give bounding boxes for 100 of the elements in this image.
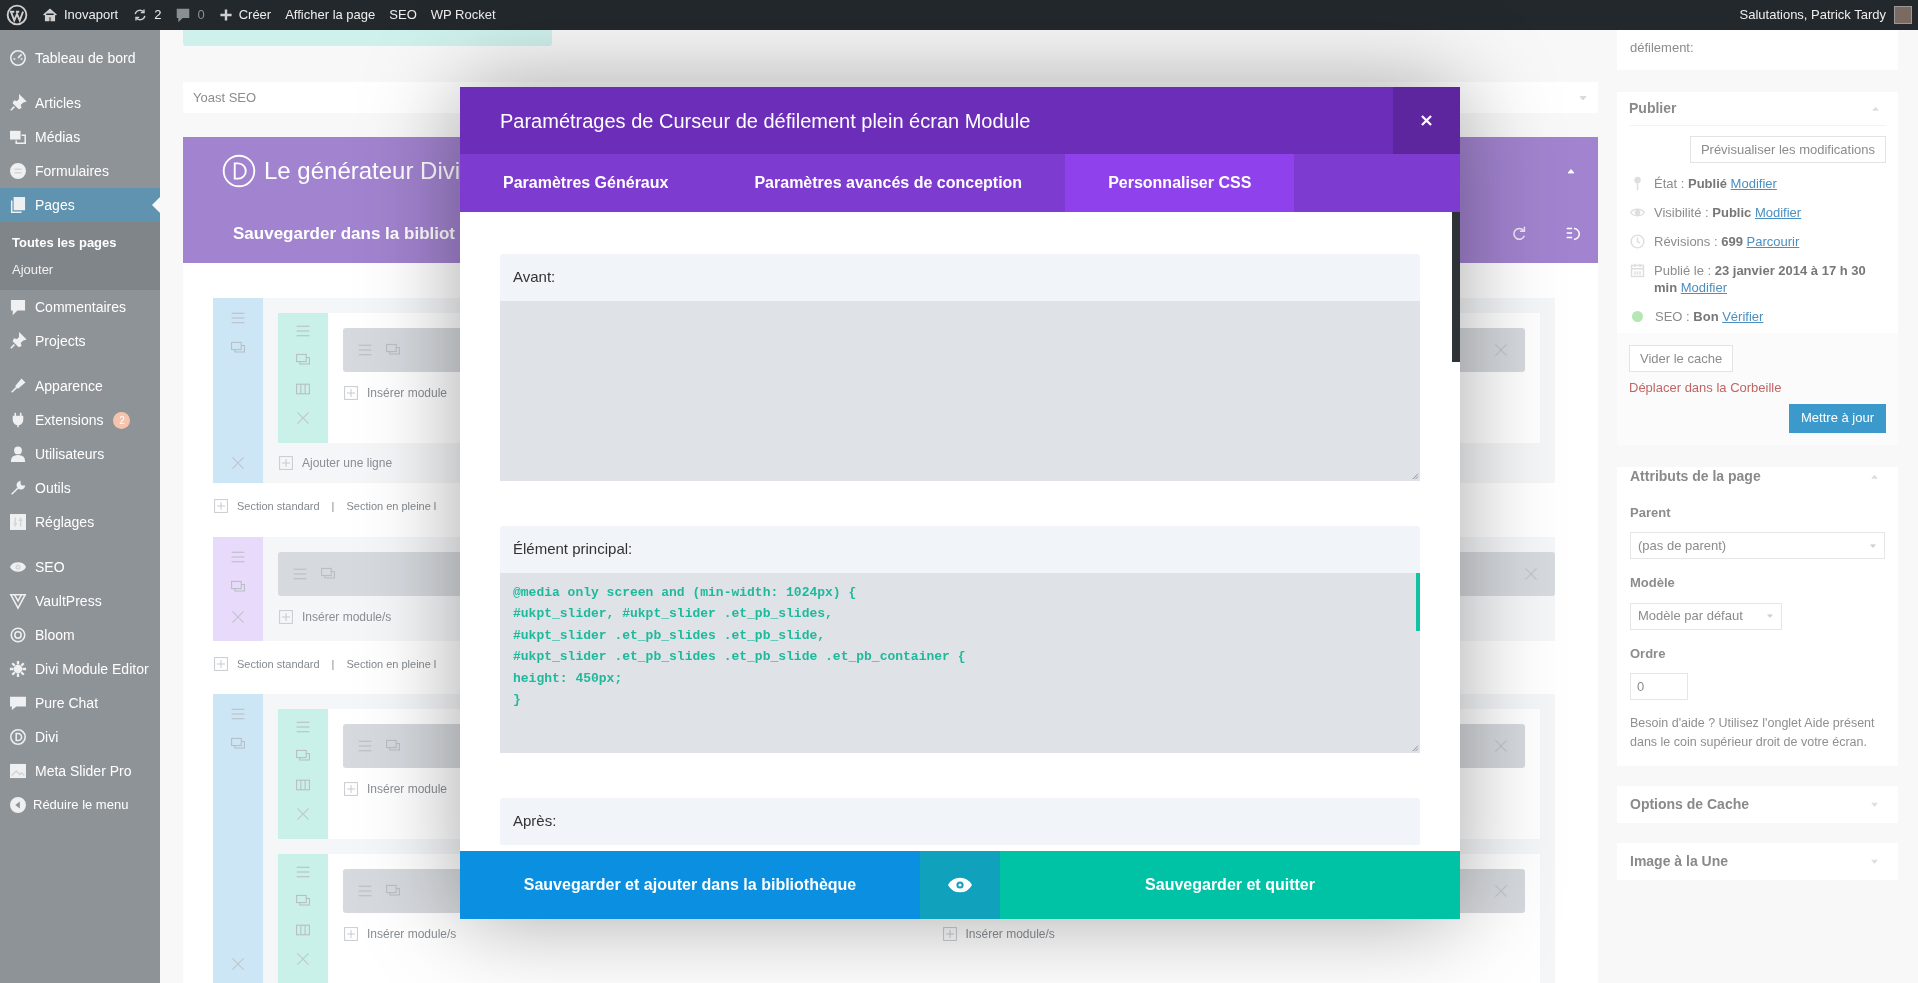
nav-item[interactable]: SEO: [0, 550, 160, 584]
trash-link[interactable]: Déplacer dans la Corbeille: [1629, 378, 1886, 398]
preview-button[interactable]: [920, 851, 1000, 919]
insert-link[interactable]: Ajouter une ligne: [278, 455, 393, 471]
code-editor[interactable]: [500, 573, 1420, 753]
nav-item[interactable]: Réglages: [0, 505, 160, 539]
nav-item[interactable]: Tableau de bord: [0, 41, 160, 75]
nav-item[interactable]: Divi: [0, 720, 160, 754]
close-icon: [1493, 738, 1509, 754]
edit-link[interactable]: Modifier: [1680, 280, 1727, 295]
toolbar-link[interactable]: Afficher la page: [285, 5, 376, 25]
site-menu[interactable]: Inovaport: [42, 5, 119, 25]
copy-icon: [293, 352, 313, 368]
help-text: Besoin d'aide ? Utilisez l'onglet Aide présent dans le coin supérieur droit de votre écran.: [1630, 715, 1876, 751]
nav-item[interactable]: Commentaires: [0, 290, 160, 324]
field-label: Parent: [1630, 503, 1672, 522]
plus-square-icon: [278, 455, 294, 471]
field-label: Avant:: [500, 254, 1420, 301]
plus-square-icon: [941, 926, 958, 942]
new-menu[interactable]: Créer: [218, 5, 272, 25]
caret-down-icon: [1766, 612, 1774, 620]
speech-bubble-icon: [9, 298, 27, 316]
save-and-exit-button[interactable]: Sauvegarder et quitter: [1000, 851, 1460, 919]
plus-square-icon: [213, 655, 229, 672]
caret-down-icon: [1870, 800, 1879, 809]
left-arrow-circle-icon: [9, 796, 27, 814]
close-icon: [1420, 114, 1433, 127]
nav-item[interactable]: Meta Slider Pro: [0, 754, 160, 788]
toolbar-link[interactable]: WP Rocket: [430, 5, 496, 25]
nav-item[interactable]: Médias: [0, 120, 160, 154]
gauge-icon: [9, 49, 27, 67]
close-button[interactable]: [1393, 87, 1460, 154]
update-button[interactable]: Mettre à jour: [1789, 403, 1886, 433]
updates-menu[interactable]: 2: [132, 5, 162, 25]
resize-grip-icon: [1410, 743, 1419, 752]
nav-item[interactable]: Pages: [0, 188, 160, 222]
preview-button[interactable]: Prévisualiser les modifications: [1689, 136, 1886, 163]
insert-link[interactable]: Insérer module: [343, 384, 448, 402]
save-to-library-button[interactable]: Sauvegarder et ajouter dans la bibliothèque: [460, 851, 920, 919]
copy-icon: [228, 736, 248, 752]
brush-icon: [9, 377, 27, 395]
section-link[interactable]: Section standard: [237, 655, 320, 672]
collapse-menu-button[interactable]: Réduire le menu: [0, 788, 160, 822]
nav-item[interactable]: VaultPress: [0, 584, 160, 618]
nav-item[interactable]: Projects: [0, 324, 160, 358]
code-editor[interactable]: [500, 301, 1420, 481]
user-icon: [9, 445, 27, 463]
submenu-item[interactable]: Ajouter: [0, 256, 160, 283]
nav-item[interactable]: Formulaires: [0, 154, 160, 188]
nav-item[interactable]: Divi Module Editor: [0, 652, 160, 686]
submenu-item[interactable]: Toutes les pages: [0, 229, 160, 256]
edit-link[interactable]: Vérifier: [1722, 309, 1764, 324]
order-input[interactable]: 0: [1630, 673, 1688, 700]
plus-square-icon: [343, 926, 359, 942]
v-shield-icon: [9, 592, 27, 610]
scrollbar-thumb[interactable]: [1452, 212, 1460, 362]
pages-icon: [9, 196, 27, 214]
nav-item[interactable]: Apparence: [0, 369, 160, 403]
picture-icon: [9, 762, 27, 780]
panel-title: Yoast SEO: [193, 88, 258, 107]
code-line: height: 450px;: [513, 669, 624, 688]
code-line: #ukpt_slider .et_pb_slides .et_pb_slide .et_pb_container {: [513, 648, 967, 667]
clear-cache-button[interactable]: Vider le cache: [1629, 345, 1734, 372]
nav-item[interactable]: Pure Chat: [0, 686, 160, 720]
field-label: Ordre: [1630, 644, 1667, 663]
select-field[interactable]: Modèle par défaut: [1630, 602, 1782, 630]
nav-item[interactable]: Outils: [0, 471, 160, 505]
nav-item[interactable]: Bloom: [0, 618, 160, 652]
greeting-text: Salutations, Patrick Tardy: [1739, 6, 1886, 25]
section-link[interactable]: Section en pleine l: [346, 655, 437, 672]
toolbar-link[interactable]: SEO: [389, 5, 417, 25]
nav-item[interactable]: Utilisateurs: [0, 437, 160, 471]
panel-title: Publier: [1629, 99, 1678, 118]
select-field[interactable]: (pas de parent): [1630, 532, 1885, 559]
edit-link[interactable]: Modifier: [1754, 205, 1802, 220]
close-icon: [295, 951, 311, 967]
panel-title: Options de Cache: [1630, 795, 1751, 814]
nav-item[interactable]: Articles: [0, 86, 160, 120]
insert-link[interactable]: Insérer module/s: [278, 607, 392, 626]
caret-up-icon: [1566, 166, 1576, 176]
insert-link[interactable]: Insérer module/s: [941, 925, 1055, 943]
edit-link[interactable]: Modifier: [1730, 176, 1777, 191]
insert-link[interactable]: Insérer module/s: [343, 925, 457, 943]
divider-mark: |: [331, 499, 335, 514]
insert-link[interactable]: Insérer module: [343, 780, 448, 798]
caret-up-icon: [1870, 472, 1879, 481]
copy-icon: [383, 738, 403, 754]
avatar-photo: [1894, 6, 1912, 24]
settings-tab[interactable]: Personnaliser CSS: [1065, 154, 1295, 212]
d-circle-icon: [9, 728, 27, 746]
comments-menu[interactable]: 0: [175, 5, 205, 25]
editor-scroll-marker: [1416, 573, 1420, 631]
status-text: Publié le : 23 janvier 2014 à 17 h 30 min Modifier: [1654, 262, 1867, 296]
nav-item[interactable]: Extensions 2: [0, 403, 160, 437]
plus-square-icon: [213, 498, 229, 515]
edit-link[interactable]: Parcourir: [1746, 234, 1800, 249]
section-link[interactable]: Section en pleine l: [346, 498, 437, 515]
close-icon: [230, 956, 246, 972]
status-text: SEO : Bon Vérifier: [1655, 308, 1764, 325]
section-link[interactable]: Section standard: [237, 498, 320, 515]
